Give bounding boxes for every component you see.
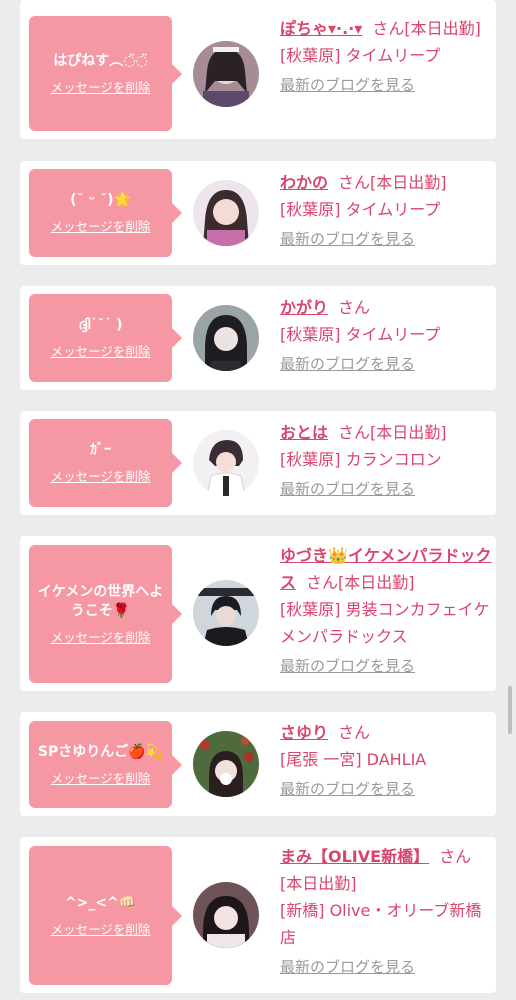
member-name-link[interactable]: かがり — [280, 298, 328, 317]
member-card: (˘ ᵕ ˘)🌟 メッセージを削除 わかの さん[本日出勤] [秋葉原] タイムリ… — [20, 161, 496, 265]
avatar[interactable] — [193, 731, 259, 797]
honorific: さん — [338, 173, 371, 192]
delete-message-link[interactable]: メッセージを削除 — [51, 77, 151, 96]
delete-message-link[interactable]: メッセージを削除 — [51, 627, 151, 646]
status-badge: [本日出勤] — [404, 19, 481, 38]
shop-name: [秋葉原] タイムリープ — [280, 325, 441, 344]
member-info: おとは さん[本日出勤] [秋葉原] カランコロン 最新のブログを見る — [280, 419, 492, 503]
member-card: SPさゆりんご🍎💫 メッセージを削除 さゆり さん [尾張 一宮] DAHLIA … — [20, 712, 496, 816]
latest-blog-link[interactable]: 最新のブログを見る — [280, 653, 492, 680]
member-info: まみ【OLIVE新橋】 さん [本日出勤] [新橋] Olive・オリーブ新橋店 … — [280, 843, 492, 981]
shop-name: [秋葉原] タイムリープ — [280, 200, 441, 219]
message-text: SPさゆりんご🍎💫 — [37, 743, 164, 760]
message-text: (˘ ᵕ ˘)🌟 — [70, 192, 131, 208]
honorific: さん — [306, 573, 339, 592]
member-card: イケメンの世界へようこそ🌹 メッセージを削除 ゆづき👑イケメンパラドックス さん[… — [20, 536, 496, 691]
avatar[interactable] — [193, 430, 259, 496]
honorific: さん — [338, 423, 371, 442]
message-text: イケメンの世界へようこそ🌹 — [37, 583, 164, 619]
member-card: ^>_<^👊🏻 メッセージを削除 まみ【OLIVE新橋】 さん [本日出勤] [新… — [20, 837, 496, 993]
message-text: ദ്ദി˙˘˙ ) — [78, 317, 123, 333]
delete-message-link[interactable]: メッセージを削除 — [51, 768, 151, 787]
avatar[interactable] — [193, 882, 259, 948]
honorific: さん — [338, 298, 371, 317]
member-name-link[interactable]: まみ【OLIVE新橋】 — [280, 847, 429, 866]
message-bubble: (˘ ᵕ ˘)🌟 メッセージを削除 — [29, 169, 182, 257]
message-bubble: ദ്ദി˙˘˙ ) メッセージを削除 — [29, 294, 182, 382]
member-card: ദ്ദി˙˘˙ ) メッセージを削除 かがり さん [秋葉原] タイムリープ 最新… — [20, 286, 496, 390]
message-bubble: はぴねす︵◌̈◌̈ メッセージを削除 — [29, 16, 182, 131]
message-bubble: ^>_<^👊🏻 メッセージを削除 — [29, 846, 182, 985]
member-info: さゆり さん [尾張 一宮] DAHLIA 最新のブログを見る — [280, 719, 492, 803]
delete-message-link[interactable]: メッセージを削除 — [51, 341, 151, 360]
shop-name: [秋葉原] カランコロン — [280, 450, 442, 469]
member-info: わかの さん[本日出勤] [秋葉原] タイムリープ 最新のブログを見る — [280, 169, 492, 253]
member-card: ｶﾞｰ メッセージを削除 おとは さん[本日出勤] [秋葉原] カランコロン 最新… — [20, 411, 496, 515]
latest-blog-link[interactable]: 最新のブログを見る — [280, 954, 492, 981]
member-name-link[interactable]: おとは — [280, 423, 328, 442]
member-info: ゆづき👑イケメンパラドックス さん[本日出勤] [秋葉原] 男装コンカフェイケメン… — [280, 542, 492, 680]
message-text: はぴねす︵◌̈◌̈ — [53, 52, 148, 69]
honorific: さん — [338, 723, 371, 742]
scrollbar[interactable] — [508, 686, 512, 734]
member-info: かがり さん [秋葉原] タイムリープ 最新のブログを見る — [280, 294, 492, 378]
latest-blog-link[interactable]: 最新のブログを見る — [280, 72, 492, 99]
shop-name: [新橋] Olive・オリーブ新橋店 — [280, 901, 482, 947]
message-bubble: SPさゆりんご🍎💫 メッセージを削除 — [29, 721, 182, 808]
delete-message-link[interactable]: メッセージを削除 — [51, 466, 151, 485]
latest-blog-link[interactable]: 最新のブログを見る — [280, 226, 492, 253]
member-name-link[interactable]: さゆり — [280, 723, 328, 742]
shop-name: [尾張 一宮] DAHLIA — [280, 750, 427, 769]
message-text: ^>_<^👊🏻 — [64, 894, 137, 911]
shop-name: [秋葉原] タイムリープ — [280, 46, 441, 65]
avatar[interactable] — [193, 41, 259, 107]
honorific: さん — [372, 19, 405, 38]
member-card: はぴねす︵◌̈◌̈ メッセージを削除 ぽちゃ▾·.·▾ さん[本日出勤] [秋葉原… — [20, 0, 496, 139]
message-bubble: ｶﾞｰ メッセージを削除 — [29, 419, 182, 507]
latest-blog-link[interactable]: 最新のブログを見る — [280, 776, 492, 803]
shop-name: [秋葉原] 男装コンカフェイケメンパラドックス — [280, 600, 490, 646]
member-info: ぽちゃ▾·.·▾ さん[本日出勤] [秋葉原] タイムリープ 最新のブログを見る — [280, 15, 492, 99]
message-bubble: イケメンの世界へようこそ🌹 メッセージを削除 — [29, 545, 182, 683]
message-text: ｶﾞｰ — [90, 442, 111, 458]
status-badge: [本日出勤] — [338, 573, 415, 592]
avatar[interactable] — [193, 305, 259, 371]
avatar[interactable] — [193, 580, 259, 646]
delete-message-link[interactable]: メッセージを削除 — [51, 216, 151, 235]
delete-message-link[interactable]: メッセージを削除 — [51, 919, 151, 938]
status-badge: [本日出勤] — [370, 423, 447, 442]
status-badge: [本日出勤] — [280, 874, 357, 893]
honorific: さん — [439, 847, 472, 866]
status-badge: [本日出勤] — [370, 173, 447, 192]
member-name-link[interactable]: わかの — [280, 173, 328, 192]
member-name-link[interactable]: ぽちゃ▾·.·▾ — [280, 19, 362, 38]
latest-blog-link[interactable]: 最新のブログを見る — [280, 476, 492, 503]
latest-blog-link[interactable]: 最新のブログを見る — [280, 351, 492, 378]
avatar[interactable] — [193, 180, 259, 246]
